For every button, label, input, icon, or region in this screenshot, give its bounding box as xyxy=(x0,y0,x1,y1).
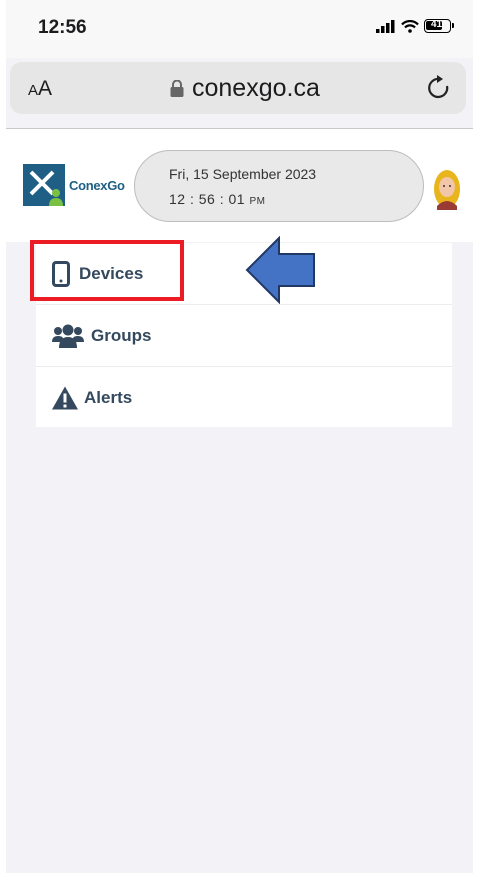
user-avatar[interactable] xyxy=(432,168,462,210)
warning-icon xyxy=(52,386,78,409)
menu-item-alerts[interactable]: Alerts xyxy=(36,367,452,428)
datetime-display: Fri, 15 September 2023 12 : 56 : 01 PM xyxy=(134,150,424,222)
battery-icon: 41 xyxy=(424,19,454,33)
wifi-icon xyxy=(401,19,419,33)
text-size-button[interactable]: AA xyxy=(28,77,52,101)
signal-icon xyxy=(376,19,395,33)
menu-item-groups[interactable]: Groups xyxy=(36,305,452,367)
status-time: 12:56 xyxy=(38,17,87,38)
pointer-arrow-icon xyxy=(245,236,315,304)
logo-mark xyxy=(23,164,65,206)
users-icon xyxy=(52,324,84,348)
address-bar[interactable]: AA conexgo.ca xyxy=(10,62,466,114)
current-date: Fri, 15 September 2023 xyxy=(169,166,317,182)
conexgo-logo[interactable]: ConexGo xyxy=(23,164,125,206)
battery-level: 41 xyxy=(431,19,443,30)
logo-text: ConexGo xyxy=(69,177,125,193)
lock-icon xyxy=(170,80,184,97)
devices-highlight-box xyxy=(30,240,184,301)
reload-icon[interactable] xyxy=(426,74,452,102)
current-time: 12 : 56 : 01 PM xyxy=(169,191,266,207)
status-bar: 12:56 41 xyxy=(6,0,473,58)
status-icons: 41 xyxy=(376,19,454,33)
menu-label-groups: Groups xyxy=(91,325,152,345)
menu-label-alerts: Alerts xyxy=(84,387,133,407)
url-text: conexgo.ca xyxy=(192,74,320,102)
url-display[interactable]: conexgo.ca xyxy=(170,74,320,103)
phone-screen: 12:56 41 AA conexgo.ca ConexGo Fri, 15 S… xyxy=(6,0,473,873)
